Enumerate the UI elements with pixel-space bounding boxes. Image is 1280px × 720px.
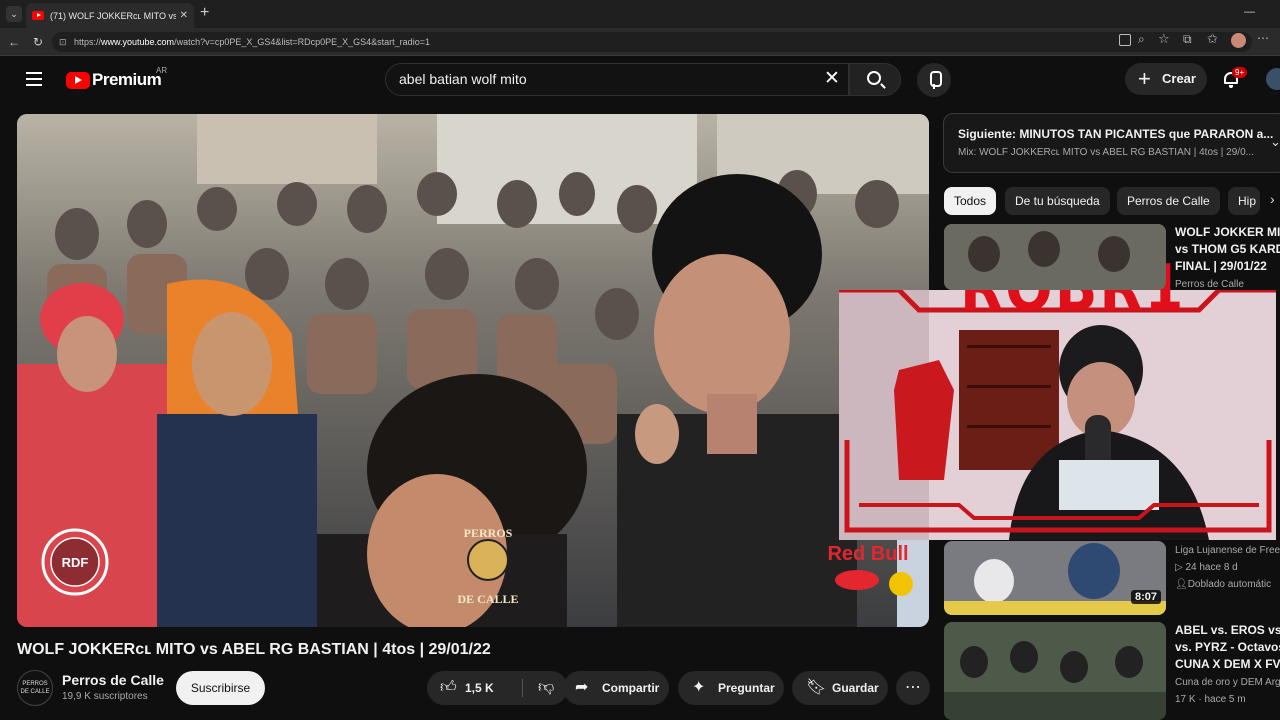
more-actions-button[interactable]: ⋯ bbox=[896, 671, 930, 705]
bookmark-icon: 🔖︎ bbox=[806, 679, 827, 696]
video-title: WOLF JOKKERcʟ MITO vs ABEL RG BASTIAN | … bbox=[17, 641, 491, 658]
share-button[interactable]: ➦ Compartir bbox=[563, 671, 669, 705]
profile-avatar[interactable] bbox=[1231, 33, 1246, 48]
like-divider bbox=[522, 679, 523, 697]
favorites-icon[interactable]: ✩ bbox=[1207, 31, 1218, 47]
webcam-frame-image bbox=[839, 290, 1276, 540]
related-video-title-line3[interactable]: CUNA X DEM X FVC bbox=[1175, 656, 1280, 673]
like-dislike-group: 👍︎ 1,5 K 👎︎ bbox=[427, 671, 568, 705]
dislike-button-thumbs-down-icon[interactable]: 👎︎ bbox=[538, 671, 554, 705]
chip-de-tu-busqueda[interactable]: De tu búsqueda bbox=[1005, 187, 1110, 215]
related-video-title[interactable]: WOLF JOKKER MITO bbox=[1175, 224, 1280, 241]
menu-hamburger-icon[interactable] bbox=[26, 72, 42, 86]
channel-name[interactable]: Perros de Calle bbox=[62, 672, 164, 688]
favorite-star-icon[interactable]: ☆ bbox=[1158, 31, 1170, 47]
subscribe-button[interactable]: Suscribirse bbox=[176, 671, 265, 705]
search-input[interactable]: abel batian wolf mito bbox=[385, 63, 849, 96]
ask-label: Preguntar bbox=[718, 681, 775, 695]
url-prefix: https:// bbox=[74, 37, 102, 47]
person-icon: 👤︎ bbox=[1175, 579, 1188, 590]
related-video-channel: Liga Lujanense de Free bbox=[1175, 545, 1280, 556]
youtube-play-logo-icon bbox=[66, 71, 90, 89]
browser-tab-bar: ⌄ (71) WOLF JOKKERcʟ MITO vs ABEL ✕ + — bbox=[0, 0, 1280, 28]
related-video-thumbnail[interactable] bbox=[944, 622, 1166, 720]
auto-dubbed-text: Doblado automátic bbox=[1187, 579, 1272, 590]
tab-title: (71) WOLF JOKKERcʟ MITO vs ABEL bbox=[50, 10, 176, 21]
related-video-stats: ▷ 24 hace 8 d bbox=[1175, 562, 1238, 573]
rdf-watermark: RDF bbox=[62, 555, 89, 570]
clear-search-icon[interactable]: ✕ bbox=[824, 69, 840, 89]
related-video-stats-text: 24 hace 8 d bbox=[1185, 562, 1238, 573]
perros-watermark-bottom: DE CALLE bbox=[457, 592, 518, 606]
logo-text: Premium bbox=[92, 70, 162, 89]
sparkle-icon: ✦ bbox=[692, 679, 706, 696]
play-small-icon: ▷ bbox=[1175, 562, 1186, 573]
auto-dubbed-badge: 👤︎Doblado automátic bbox=[1175, 579, 1271, 590]
expand-chevron-icon[interactable]: ⌄ bbox=[1270, 134, 1280, 150]
up-next-panel[interactable] bbox=[943, 113, 1280, 173]
url-path: /watch?v=cp0PE_X_GS4&list=RDcp0PE_X_GS4&… bbox=[174, 37, 430, 47]
extensions-icon[interactable]: ⧉ bbox=[1183, 32, 1192, 47]
streamer-webcam-overlay bbox=[839, 290, 1276, 540]
site-info-icon[interactable]: ⊡ bbox=[59, 32, 67, 52]
related-video-title[interactable]: ABEL vs. EROS vs. I bbox=[1175, 622, 1280, 639]
notification-count-badge: 9+ bbox=[1232, 67, 1248, 78]
related-video-title-line2[interactable]: vs THOM G5 KARDI bbox=[1175, 241, 1280, 258]
chip-hip[interactable]: Hip bbox=[1228, 187, 1260, 215]
up-next-subtitle: Mix: WOLF JOKKERcʟ MITO vs ABEL RG BASTI… bbox=[958, 147, 1254, 158]
youtube-favicon-icon bbox=[32, 11, 44, 20]
related-video-thumbnail[interactable] bbox=[944, 224, 1166, 290]
video-player[interactable]: RDF PERROS DE CALLE Red Bull bbox=[17, 114, 929, 627]
related-video-stats: 17 K · hace 5 m bbox=[1175, 694, 1246, 705]
perros-watermark-top: PERROS bbox=[464, 526, 513, 540]
create-button[interactable]: + Crear bbox=[1125, 63, 1207, 95]
thumbnail-image bbox=[944, 622, 1166, 720]
voice-search-mic-icon[interactable] bbox=[917, 63, 951, 97]
save-label: Guardar bbox=[832, 681, 879, 695]
search-icon bbox=[867, 71, 881, 85]
plus-icon: + bbox=[1138, 66, 1151, 91]
channel-avatar[interactable]: PERROS DE CALLE bbox=[17, 670, 53, 706]
up-next-title[interactable]: Siguiente: MINUTOS TAN PICANTES que PARA… bbox=[958, 127, 1273, 141]
back-arrow-icon[interactable]: ← bbox=[8, 35, 20, 49]
related-video-channel: Cuna de oro y DEM Arg bbox=[1175, 677, 1280, 688]
redbull-watermark: Red Bull bbox=[827, 543, 908, 565]
save-button[interactable]: 🔖︎ Guardar bbox=[792, 671, 888, 705]
youtube-premium-logo[interactable]: Premium bbox=[66, 70, 162, 90]
related-video-channel: Perros de Calle bbox=[1175, 279, 1244, 290]
browser-menu-icon[interactable]: ⋯ bbox=[1257, 31, 1269, 45]
reload-icon[interactable]: ↻ bbox=[33, 35, 43, 49]
video-duration: 8:07 bbox=[1131, 590, 1162, 604]
share-label: Compartir bbox=[602, 681, 660, 695]
search-button[interactable] bbox=[849, 63, 901, 96]
app-available-icon[interactable] bbox=[1119, 34, 1131, 46]
zoom-icon[interactable]: ⌕ bbox=[1138, 32, 1145, 47]
subscriber-count: 19,9 K suscriptores bbox=[62, 691, 148, 702]
thumbs-up-icon: 👍︎ bbox=[440, 679, 457, 696]
ask-button[interactable]: ✦ Preguntar bbox=[678, 671, 784, 705]
browser-tab[interactable]: (71) WOLF JOKKERcʟ MITO vs ABEL ✕ bbox=[26, 3, 194, 28]
like-count: 1,5 K bbox=[465, 681, 494, 695]
address-bar[interactable]: ⊡ https://www.youtube.com/watch?v=cp0PE_… bbox=[52, 32, 1252, 52]
browser-toolbar: ← ↻ ⊡ https://www.youtube.com/watch?v=cp… bbox=[0, 28, 1280, 56]
minimize-window-icon[interactable]: — bbox=[1244, 6, 1255, 18]
create-label: Crear bbox=[1162, 71, 1196, 86]
related-video-title-line2[interactable]: vs. PYRZ - Octavos bbox=[1175, 639, 1280, 656]
url-domain: www.youtube.com bbox=[101, 37, 175, 47]
close-tab-icon[interactable]: ✕ bbox=[180, 10, 188, 21]
new-tab-button[interactable]: + bbox=[200, 4, 209, 22]
related-video-title-line3[interactable]: FINAL | 29/01/22 bbox=[1175, 258, 1267, 275]
tab-list-chevron-icon[interactable]: ⌄ bbox=[6, 6, 22, 22]
thumbnail-image bbox=[944, 224, 1166, 290]
channel-avatar-text: PERROS DE CALLE bbox=[20, 681, 50, 695]
chips-next-chevron-icon[interactable]: › bbox=[1270, 191, 1275, 207]
region-code: AR bbox=[156, 66, 168, 75]
chip-todos[interactable]: Todos bbox=[944, 187, 997, 215]
more-dots-icon: ⋯ bbox=[905, 679, 921, 696]
share-arrow-icon: ➦ bbox=[575, 679, 589, 696]
chip-perros-de-calle[interactable]: Perros de Calle bbox=[1117, 187, 1220, 215]
video-frame-image: RDF PERROS DE CALLE Red Bull bbox=[17, 114, 929, 627]
